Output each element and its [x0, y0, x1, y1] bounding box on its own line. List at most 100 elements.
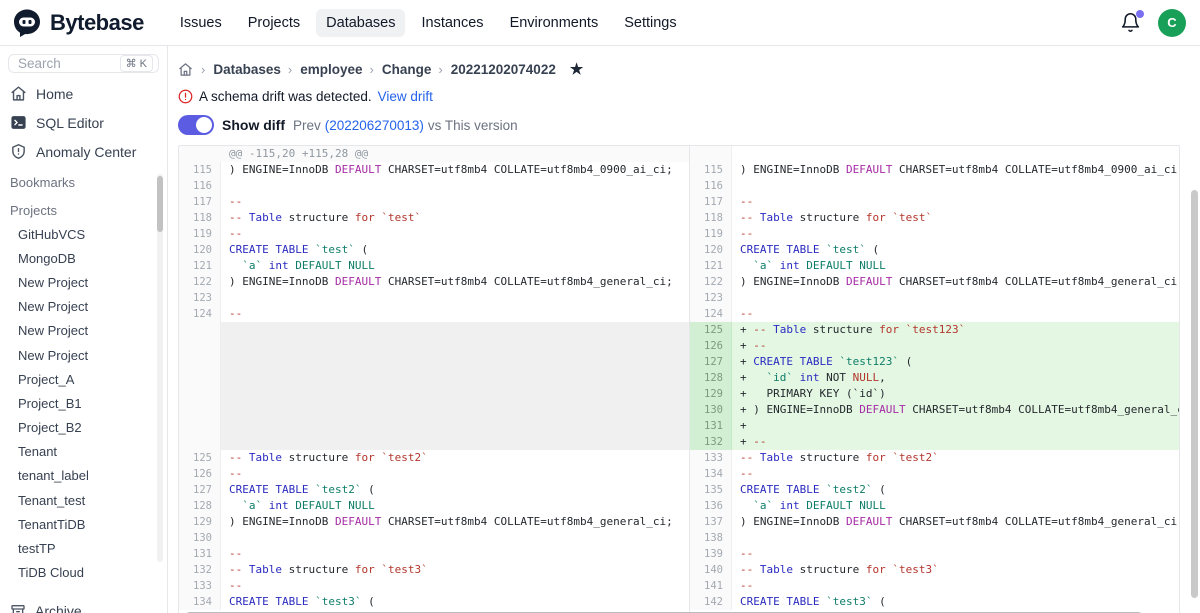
code-line: -- [221, 546, 689, 562]
diff-row-placeholder [179, 338, 689, 354]
code-token [773, 499, 780, 512]
code-line: ) ENGINE=InnoDB DEFAULT CHARSET=utf8mb4 … [221, 274, 689, 290]
project-item[interactable]: New Project [0, 319, 167, 343]
diff-row: 124-- [690, 306, 1179, 322]
project-item[interactable]: Tenant [0, 440, 167, 464]
diff-panel-previous: @@ -115,20 +115,28 @@115) ENGINE=InnoDB … [179, 146, 689, 613]
code-line: CREATE TABLE `test` ( [221, 242, 689, 258]
diff-row: 119-- [179, 226, 689, 242]
project-item[interactable]: Project_A [0, 367, 167, 391]
nav-item-projects[interactable]: Projects [238, 9, 310, 37]
diff-row: 141-- [690, 578, 1179, 594]
line-number: 130 [179, 530, 221, 546]
code-line: CREATE TABLE `test2` ( [732, 482, 1179, 498]
line-number: 123 [179, 290, 221, 306]
project-item[interactable]: New Project [0, 343, 167, 367]
code-line: -- [732, 306, 1179, 322]
sidebar-scrollbar-thumb[interactable] [157, 176, 163, 232]
project-item[interactable]: Tenant_test [0, 488, 167, 512]
sidebar-item-label: Anomaly Center [36, 144, 136, 160]
project-item[interactable]: TenantTiDB [0, 512, 167, 536]
project-item[interactable]: TiDB Cloud [0, 561, 167, 585]
line-number [179, 338, 221, 354]
code-line [221, 290, 689, 306]
sidebar-item-archive[interactable]: Archive [0, 597, 167, 613]
project-item[interactable]: Project_B2 [0, 416, 167, 440]
project-item[interactable]: GitHubVCS [0, 222, 167, 246]
code-token: structure [793, 563, 866, 576]
page-scrollbar-thumb[interactable] [1191, 190, 1198, 598]
sidebar-item-home[interactable]: Home [0, 79, 167, 108]
avatar[interactable]: C [1158, 9, 1186, 37]
code-token: -- [229, 195, 242, 208]
sidebar-section-bookmarks[interactable]: Bookmarks [0, 166, 167, 194]
sidebar-scrollbar-track[interactable] [157, 174, 163, 562]
code-line [221, 434, 689, 450]
show-diff-toggle[interactable] [178, 115, 214, 135]
code-line: -- [221, 194, 689, 210]
diff-row: 132-- Table structure for `test3` [179, 562, 689, 578]
code-token: -- [229, 563, 249, 576]
code-token: Table [760, 451, 793, 464]
breadcrumb-item[interactable]: Change [382, 62, 435, 77]
nav-item-issues[interactable]: Issues [170, 9, 232, 37]
diff-hunk-header: @@ -115,20 +115,28 @@ [179, 146, 689, 162]
line-number: 133 [690, 450, 732, 466]
nav-item-settings[interactable]: Settings [614, 9, 686, 37]
nav-item-databases[interactable]: Databases [316, 9, 405, 37]
bytebase-logo[interactable]: Bytebase [12, 8, 144, 38]
star-icon[interactable]: ★ [570, 60, 583, 78]
project-item[interactable]: New Project [0, 270, 167, 294]
code-token: ( [361, 595, 374, 608]
nav-item-instances[interactable]: Instances [411, 9, 493, 37]
view-drift-link[interactable]: View drift [378, 89, 433, 104]
code-line [221, 322, 689, 338]
diff-row: 117-- [179, 194, 689, 210]
sidebar-item-anomaly-center[interactable]: Anomaly Center [0, 137, 167, 166]
breadcrumb-home-icon[interactable] [178, 62, 193, 77]
code-token: structure [793, 211, 866, 224]
toggle-knob [196, 117, 212, 133]
code-token [899, 323, 906, 336]
code-token: -- [753, 323, 773, 336]
code-token: for [355, 563, 375, 576]
search-input[interactable]: Search ⌘ K [8, 54, 159, 73]
project-item[interactable]: testTP [0, 536, 167, 560]
breadcrumb-items: ›Databases›employee›Change›2022120207402… [201, 62, 560, 77]
code-token: ) ENGINE=InnoDB [229, 515, 335, 528]
sidebar-item-sql-editor[interactable]: SQL Editor [0, 108, 167, 137]
project-item[interactable]: New Project [0, 295, 167, 319]
code-token: `test2` [826, 483, 872, 496]
line-number: 127 [179, 482, 221, 498]
project-item[interactable]: tenant_label [0, 464, 167, 488]
diff-toolbar: Show diff Prev (202206270013) vs This ve… [178, 114, 1180, 136]
code-line [221, 530, 689, 546]
primary-nav: IssuesProjectsDatabasesInstancesEnvironm… [170, 9, 687, 37]
breadcrumb-item[interactable]: employee [300, 62, 365, 77]
diff-row-blank [690, 146, 1179, 162]
code-token: + [740, 419, 747, 432]
code-line: CREATE TABLE `test` ( [732, 242, 1179, 258]
code-line: -- Table structure for `test` [732, 210, 1179, 226]
code-token: -- [229, 547, 242, 560]
breadcrumb-item[interactable]: 20221202074022 [451, 62, 559, 77]
notifications-button[interactable] [1120, 12, 1142, 34]
project-item[interactable]: MongoDB [0, 246, 167, 270]
code-token: TABLE [786, 595, 819, 608]
schema-drift-alert: A schema drift was detected. View drift [178, 87, 1180, 105]
diff-row: 140-- Table structure for `test3` [690, 562, 1179, 578]
code-token: NULL [853, 371, 880, 384]
notification-dot [1136, 10, 1144, 18]
code-token: ) ENGINE=InnoDB [740, 515, 846, 528]
sidebar-section-projects[interactable]: Projects [0, 194, 167, 222]
code-token [793, 355, 800, 368]
breadcrumb-item[interactable]: Databases [213, 62, 284, 77]
project-item[interactable]: Project_B1 [0, 391, 167, 415]
code-token: -- [740, 563, 760, 576]
top-navbar: Bytebase IssuesProjectsDatabasesInstance… [0, 0, 1200, 46]
nav-item-environments[interactable]: Environments [500, 9, 609, 37]
prev-version-link[interactable]: (202206270013) [325, 118, 424, 133]
code-token: DEFAULT NULL [295, 259, 374, 272]
code-token: -- [740, 579, 753, 592]
code-token: Table [249, 211, 282, 224]
